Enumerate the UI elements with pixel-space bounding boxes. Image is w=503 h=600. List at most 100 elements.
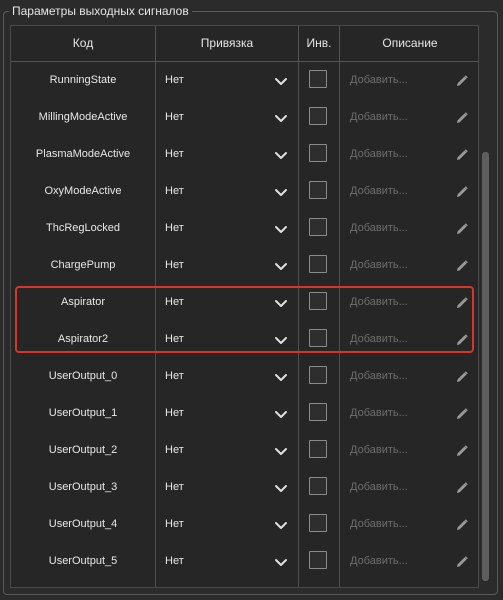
pencil-icon[interactable] — [456, 444, 468, 456]
description-placeholder[interactable]: Добавить... — [350, 469, 408, 506]
chevron-down-icon[interactable] — [274, 222, 288, 233]
pencil-icon[interactable] — [456, 259, 468, 271]
pencil-icon[interactable] — [456, 185, 468, 197]
inverted-checkbox[interactable] — [309, 218, 327, 236]
table-row[interactable]: PlasmaModeActive Нет Добавить... — [11, 136, 478, 173]
pencil-icon[interactable] — [456, 222, 468, 234]
description-cell[interactable]: Добавить... — [340, 284, 478, 321]
chevron-down-icon[interactable] — [274, 111, 288, 122]
description-cell[interactable]: Добавить... — [340, 543, 478, 580]
chevron-down-icon[interactable] — [274, 296, 288, 307]
table-row[interactable]: ChargePump Нет Добавить... — [11, 247, 478, 284]
binding-dropdown[interactable]: Нет — [156, 136, 299, 173]
inverted-checkbox[interactable] — [309, 329, 327, 347]
table-row[interactable]: Aspirator Нет Добавить... — [11, 284, 478, 321]
description-placeholder[interactable]: Добавить... — [350, 173, 408, 210]
column-header-binding[interactable]: Привязка — [156, 26, 299, 61]
description-cell[interactable]: Добавить... — [340, 210, 478, 247]
pencil-icon[interactable] — [456, 296, 468, 308]
description-placeholder[interactable]: Добавить... — [350, 506, 408, 543]
column-header-inverted[interactable]: Инв. — [299, 26, 340, 61]
binding-dropdown[interactable]: Нет — [156, 543, 299, 580]
binding-dropdown[interactable]: Нет — [156, 284, 299, 321]
inverted-checkbox[interactable] — [309, 477, 327, 495]
binding-dropdown[interactable]: Нет — [156, 469, 299, 506]
description-cell[interactable]: Добавить... — [340, 432, 478, 469]
description-placeholder[interactable]: Добавить... — [350, 395, 408, 432]
column-header-code[interactable]: Код — [11, 26, 156, 61]
description-placeholder[interactable]: Добавить... — [350, 136, 408, 173]
pencil-icon[interactable] — [456, 370, 468, 382]
chevron-down-icon[interactable] — [274, 74, 288, 85]
inverted-checkbox[interactable] — [309, 255, 327, 273]
binding-dropdown[interactable]: Нет — [156, 173, 299, 210]
chevron-down-icon[interactable] — [274, 148, 288, 159]
table-row[interactable]: UserOutput_4 Нет Добавить... — [11, 506, 478, 543]
inverted-checkbox[interactable] — [309, 70, 327, 88]
inverted-checkbox[interactable] — [309, 440, 327, 458]
chevron-down-icon[interactable] — [274, 259, 288, 270]
table-row[interactable]: ThcRegLocked Нет Добавить... — [11, 210, 478, 247]
chevron-down-icon[interactable] — [274, 518, 288, 529]
binding-dropdown[interactable]: Нет — [156, 210, 299, 247]
description-cell[interactable]: Добавить... — [340, 247, 478, 284]
chevron-down-icon[interactable] — [274, 555, 288, 566]
table-row[interactable]: RunningState Нет Добавить... — [11, 62, 478, 99]
chevron-down-icon[interactable] — [274, 444, 288, 455]
inverted-checkbox[interactable] — [309, 181, 327, 199]
inverted-checkbox[interactable] — [309, 107, 327, 125]
inverted-checkbox[interactable] — [309, 366, 327, 384]
inverted-checkbox[interactable] — [309, 514, 327, 532]
scrollbar-thumb[interactable] — [482, 152, 489, 581]
table-row[interactable]: UserOutput_1 Нет Добавить... — [11, 395, 478, 432]
description-placeholder[interactable]: Добавить... — [350, 247, 408, 284]
pencil-icon[interactable] — [456, 518, 468, 530]
description-cell[interactable]: Добавить... — [340, 99, 478, 136]
description-placeholder[interactable]: Добавить... — [350, 432, 408, 469]
chevron-down-icon[interactable] — [274, 407, 288, 418]
description-cell[interactable]: Добавить... — [340, 173, 478, 210]
pencil-icon[interactable] — [456, 555, 468, 567]
inverted-checkbox[interactable] — [309, 144, 327, 162]
description-cell[interactable]: Добавить... — [340, 321, 478, 358]
pencil-icon[interactable] — [456, 148, 468, 160]
inverted-checkbox[interactable] — [309, 551, 327, 569]
chevron-down-icon[interactable] — [274, 185, 288, 196]
column-header-description[interactable]: Описание — [340, 26, 478, 61]
description-placeholder[interactable]: Добавить... — [350, 99, 408, 136]
description-cell[interactable]: Добавить... — [340, 506, 478, 543]
pencil-icon[interactable] — [456, 333, 468, 345]
description-cell[interactable]: Добавить... — [340, 136, 478, 173]
pencil-icon[interactable] — [456, 407, 468, 419]
binding-dropdown[interactable]: Нет — [156, 321, 299, 358]
binding-dropdown[interactable]: Нет — [156, 99, 299, 136]
description-cell[interactable]: Добавить... — [340, 62, 478, 99]
binding-dropdown[interactable]: Нет — [156, 62, 299, 99]
binding-dropdown[interactable]: Нет — [156, 247, 299, 284]
description-cell[interactable]: Добавить... — [340, 395, 478, 432]
table-row[interactable]: Aspirator2 Нет Добавить... — [11, 321, 478, 358]
description-cell[interactable]: Добавить... — [340, 358, 478, 395]
table-row[interactable]: MillingModeActive Нет Добавить... — [11, 99, 478, 136]
description-placeholder[interactable]: Добавить... — [350, 62, 408, 99]
pencil-icon[interactable] — [456, 111, 468, 123]
chevron-down-icon[interactable] — [274, 481, 288, 492]
binding-dropdown[interactable]: Нет — [156, 358, 299, 395]
table-row[interactable]: UserOutput_3 Нет Добавить... — [11, 469, 478, 506]
pencil-icon[interactable] — [456, 481, 468, 493]
description-placeholder[interactable]: Добавить... — [350, 321, 408, 358]
description-placeholder[interactable]: Добавить... — [350, 543, 408, 580]
binding-dropdown[interactable]: Нет — [156, 395, 299, 432]
description-placeholder[interactable]: Добавить... — [350, 210, 408, 247]
binding-dropdown[interactable]: Нет — [156, 506, 299, 543]
description-placeholder[interactable]: Добавить... — [350, 358, 408, 395]
table-row[interactable]: UserOutput_0 Нет Добавить... — [11, 358, 478, 395]
binding-dropdown[interactable]: Нет — [156, 432, 299, 469]
chevron-down-icon[interactable] — [274, 333, 288, 344]
description-placeholder[interactable]: Добавить... — [350, 284, 408, 321]
pencil-icon[interactable] — [456, 74, 468, 86]
table-row[interactable]: UserOutput_2 Нет Добавить... — [11, 432, 478, 469]
chevron-down-icon[interactable] — [274, 370, 288, 381]
description-cell[interactable]: Добавить... — [340, 469, 478, 506]
inverted-checkbox[interactable] — [309, 403, 327, 421]
